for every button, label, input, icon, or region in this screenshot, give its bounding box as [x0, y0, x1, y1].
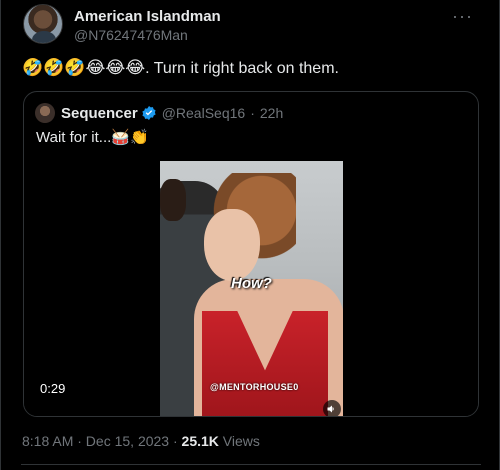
quoted-avatar[interactable] [35, 103, 55, 123]
quoted-text: Wait for it...🥁👏 [36, 128, 149, 146]
author-name[interactable]: American Islandman [74, 8, 221, 25]
quoted-tweet[interactable]: Sequencer @RealSeq16 · 22h Wait for it..… [23, 91, 479, 417]
video-watermark: @MENTORHOUSE0 [210, 382, 299, 392]
quoted-author-handle[interactable]: @RealSeq16 [162, 105, 246, 121]
tweet-meta: 8:18 AM · Dec 15, 2023 · 25.1K Views [22, 433, 260, 449]
video-duration: 0:29 [36, 379, 70, 398]
quoted-author-name[interactable]: Sequencer [61, 105, 138, 122]
quoted-separator: · [250, 105, 255, 121]
author-avatar[interactable] [23, 4, 63, 44]
video-frame[interactable]: How? @MENTORHOUSE0 [160, 161, 343, 416]
tweet-text: 🤣🤣🤣😂😂😂. Turn it right back on them. [22, 58, 339, 78]
tweet-text-body: . Turn it right back on them. [145, 60, 339, 77]
tweet-emojis: 🤣🤣🤣😂😂😂 [22, 58, 146, 77]
quoted-text-emojis: 🥁👏 [111, 129, 149, 146]
video-player[interactable]: How? @MENTORHOUSE0 0:29 [24, 154, 478, 416]
video-overlay-text: How? [231, 275, 272, 292]
views-label: Views [222, 433, 260, 449]
speaker-icon[interactable] [323, 400, 341, 416]
more-horizontal-icon[interactable]: ··· [452, 6, 473, 27]
quoted-text-body: Wait for it... [36, 129, 112, 146]
quoted-time[interactable]: 22h [260, 105, 283, 121]
views-count: 25.1K [181, 433, 219, 449]
divider [21, 464, 481, 465]
quoted-header: Sequencer @RealSeq16 · 22h [35, 102, 283, 124]
tweet-frame: American Islandman @N76247476Man ··· 🤣🤣🤣… [0, 0, 500, 470]
author-handle[interactable]: @N76247476Man [74, 27, 188, 43]
tweet-timestamp[interactable]: 8:18 AM · Dec 15, 2023 · [22, 433, 178, 449]
tweet-header: American Islandman @N76247476Man ··· [21, 4, 487, 48]
video-person-face [204, 209, 260, 281]
video-person-man-head [160, 179, 186, 221]
verified-badge-icon [141, 105, 157, 121]
